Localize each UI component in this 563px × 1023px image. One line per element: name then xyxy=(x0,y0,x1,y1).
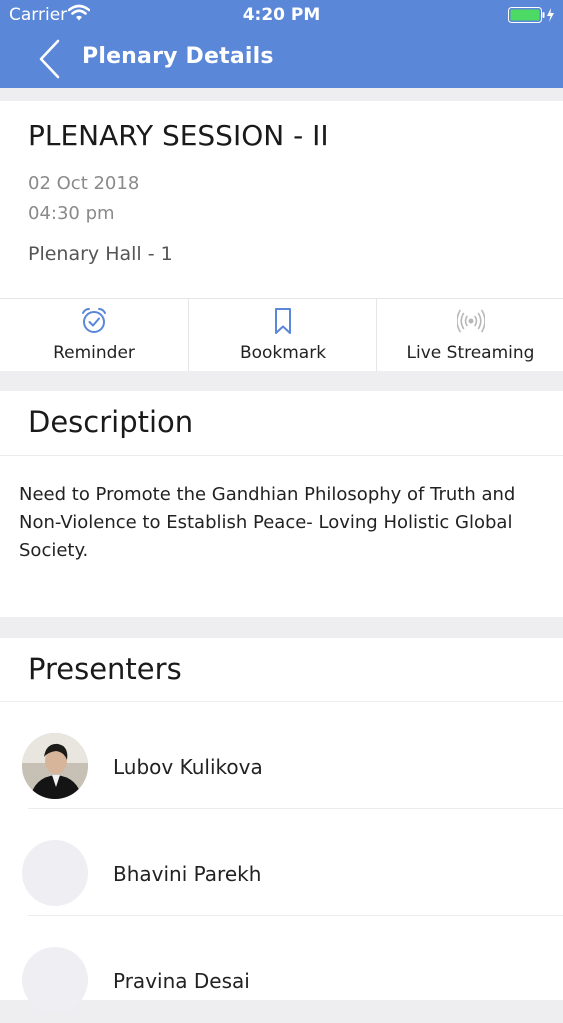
live-streaming-button[interactable]: Live Streaming xyxy=(376,299,563,372)
battery-icon xyxy=(508,7,558,27)
session-title: PLENARY SESSION - II xyxy=(28,119,329,152)
description-card: Description Need to Promote the Gandhian… xyxy=(0,391,563,617)
status-bar: Carrier 4:20 PM xyxy=(0,0,563,30)
description-heading: Description xyxy=(28,405,194,439)
avatar xyxy=(22,947,88,1013)
avatar xyxy=(22,733,88,799)
avatar xyxy=(22,840,88,906)
page-title: Plenary Details xyxy=(82,44,274,69)
reminder-label: Reminder xyxy=(53,343,135,363)
presenter-name: Pravina Desai xyxy=(113,969,250,993)
divider xyxy=(0,455,563,456)
bookmark-label: Bookmark xyxy=(239,343,327,363)
presenter-name: Lubov Kulikova xyxy=(113,755,263,779)
presenter-row[interactable]: Pravina Desai xyxy=(0,916,563,1023)
live-streaming-label: Live Streaming xyxy=(406,343,535,363)
presenters-heading: Presenters xyxy=(28,652,182,686)
status-time: 4:20 PM xyxy=(242,5,321,25)
session-card: PLENARY SESSION - II 02 Oct 2018 04:30 p… xyxy=(0,101,563,372)
presenter-row[interactable]: Lubov Kulikova xyxy=(0,702,563,809)
session-date: 02 Oct 2018 xyxy=(28,173,140,194)
action-bar: Reminder Bookmark Live Streaming xyxy=(0,298,563,372)
presenter-name: Bhavini Parekh xyxy=(113,862,262,886)
presenters-card: Presenters Lubov Kulikova Bhavini Parekh… xyxy=(0,638,563,1013)
bookmark-button[interactable]: Bookmark xyxy=(188,299,377,372)
navigation-bar: Plenary Details xyxy=(0,30,563,88)
description-text: Need to Promote the Gandhian Philosophy … xyxy=(19,484,516,561)
session-venue: Plenary Hall - 1 xyxy=(28,243,173,265)
app-header: Carrier 4:20 PM Plenary Details xyxy=(0,0,563,88)
back-button[interactable] xyxy=(34,38,68,80)
session-time: 04:30 pm xyxy=(28,203,115,224)
presenter-row[interactable]: Bhavini Parekh xyxy=(0,809,563,916)
reminder-button[interactable]: Reminder xyxy=(0,299,188,372)
chevron-left-icon xyxy=(34,39,68,84)
